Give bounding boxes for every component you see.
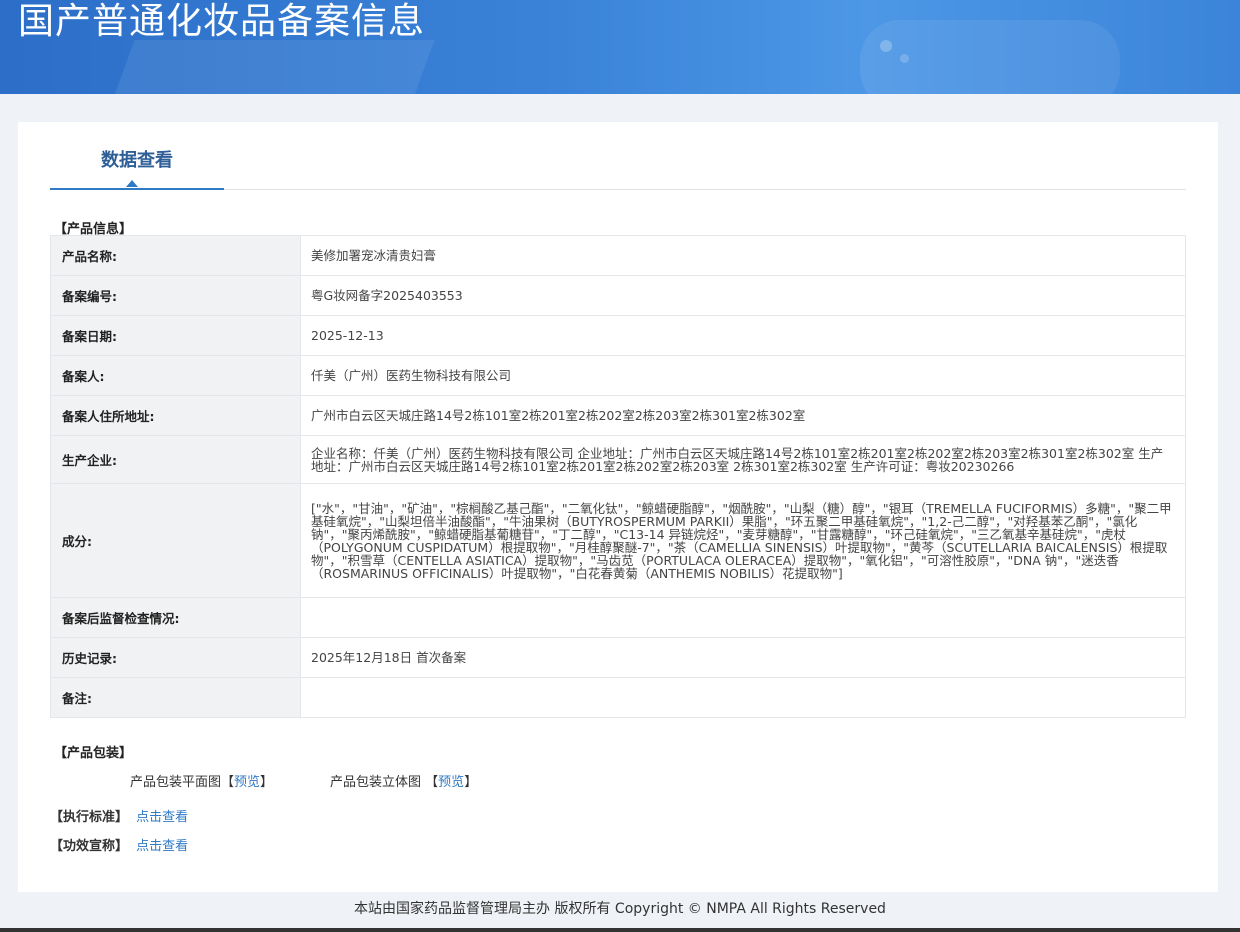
banner-decoration: [105, 40, 435, 94]
standard-label: 【执行标准】: [50, 810, 129, 825]
standard-item: 【执行标准】 点击查看: [50, 806, 188, 825]
bracket: 【: [425, 775, 439, 790]
row-value: 仟美（广州）医药生物科技有限公司: [300, 355, 1186, 396]
row-value: [300, 597, 1186, 638]
bracket: 】: [464, 775, 478, 790]
table-row: 备案编号: 粤G妆网备字2025403553: [50, 275, 1186, 316]
row-label: 历史记录:: [50, 637, 301, 678]
footer-copyright: 本站由国家药品监督管理局主办 版权所有 Copyright © NMPA All…: [354, 901, 886, 917]
banner-decoration: [860, 20, 1120, 94]
packaging-stereo-preview-link[interactable]: 预览: [438, 775, 464, 790]
table-row: 备案后监督检查情况:: [50, 597, 1186, 638]
row-label: 生产企业:: [50, 435, 301, 484]
row-label: 备案人:: [50, 355, 301, 396]
packaging-flat-label: 产品包装平面图: [130, 775, 222, 790]
table-row: 备案人住所地址: 广州市白云区天城庄路14号2栋101室2栋201室2栋202室…: [50, 395, 1186, 436]
tab-active-indicator: [126, 180, 138, 187]
row-value: 粤G妆网备字2025403553: [300, 275, 1186, 316]
row-value: ["水"，"甘油"，"矿油"，"棕榈酸乙基己酯"，"二氧化钛"，"鲸蜡硬脂醇"，…: [300, 483, 1186, 598]
efficacy-item: 【功效宣称】 点击查看: [50, 835, 188, 854]
banner-decoration: [900, 54, 909, 63]
efficacy-label: 【功效宣称】: [50, 839, 129, 854]
table-row: 备案人: 仟美（广州）医药生物科技有限公司: [50, 355, 1186, 396]
row-label: 备案人住所地址:: [50, 395, 301, 436]
standard-view-link[interactable]: 点击查看: [136, 810, 188, 825]
bracket: 【: [221, 775, 235, 790]
table-row: 成分: ["水"，"甘油"，"矿油"，"棕榈酸乙基己酯"，"二氧化钛"，"鲸蜡硬…: [50, 483, 1186, 598]
row-value: 美修加署宠冰清贵妇膏: [300, 235, 1186, 276]
row-value: 广州市白云区天城庄路14号2栋101室2栋201室2栋202室2栋203室2栋3…: [300, 395, 1186, 436]
row-label: 备案编号:: [50, 275, 301, 316]
window-bottom-edge: [0, 928, 1240, 932]
packaging-flat-item: 产品包装平面图【预览】: [130, 771, 273, 790]
packaging-stereo-label: 产品包装立体图: [330, 775, 422, 790]
table-row: 历史记录: 2025年12月18日 首次备案: [50, 637, 1186, 678]
row-label: 备案日期:: [50, 315, 301, 356]
table-row: 备案日期: 2025-12-13: [50, 315, 1186, 356]
table-row: 备注:: [50, 677, 1186, 718]
banner-decoration: [880, 40, 892, 52]
table-row: 产品名称: 美修加署宠冰清贵妇膏: [50, 235, 1186, 276]
packaging-heading: 【产品包装】: [54, 746, 133, 761]
row-label: 产品名称:: [50, 235, 301, 276]
content-panel: 数据查看 【产品信息】 产品名称: 美修加署宠冰清贵妇膏 备案编号: 粤G妆网备…: [18, 122, 1218, 892]
table-row: 生产企业: 企业名称：仟美（广州）医药生物科技有限公司 企业地址：广州市白云区天…: [50, 435, 1186, 484]
packaging-stereo-item: 产品包装立体图 【预览】: [330, 771, 477, 790]
row-value: 2025年12月18日 首次备案: [300, 637, 1186, 678]
row-label: 成分:: [50, 483, 301, 598]
row-value: 企业名称：仟美（广州）医药生物科技有限公司 企业地址：广州市白云区天城庄路14号…: [300, 435, 1186, 484]
page-title: 国产普通化妆品备案信息: [18, 1, 426, 42]
product-info-table: 产品名称: 美修加署宠冰清贵妇膏 备案编号: 粤G妆网备字2025403553 …: [50, 235, 1186, 718]
row-label: 备注:: [50, 677, 301, 718]
bracket: 】: [260, 775, 274, 790]
packaging-flat-preview-link[interactable]: 预览: [234, 775, 260, 790]
header-banner: 国产普通化妆品备案信息: [0, 0, 1240, 94]
row-value: 2025-12-13: [300, 315, 1186, 356]
efficacy-view-link[interactable]: 点击查看: [136, 839, 188, 854]
tab-bar: 数据查看: [50, 122, 1186, 190]
row-value: [300, 677, 1186, 718]
row-label: 备案后监督检查情况:: [50, 597, 301, 638]
